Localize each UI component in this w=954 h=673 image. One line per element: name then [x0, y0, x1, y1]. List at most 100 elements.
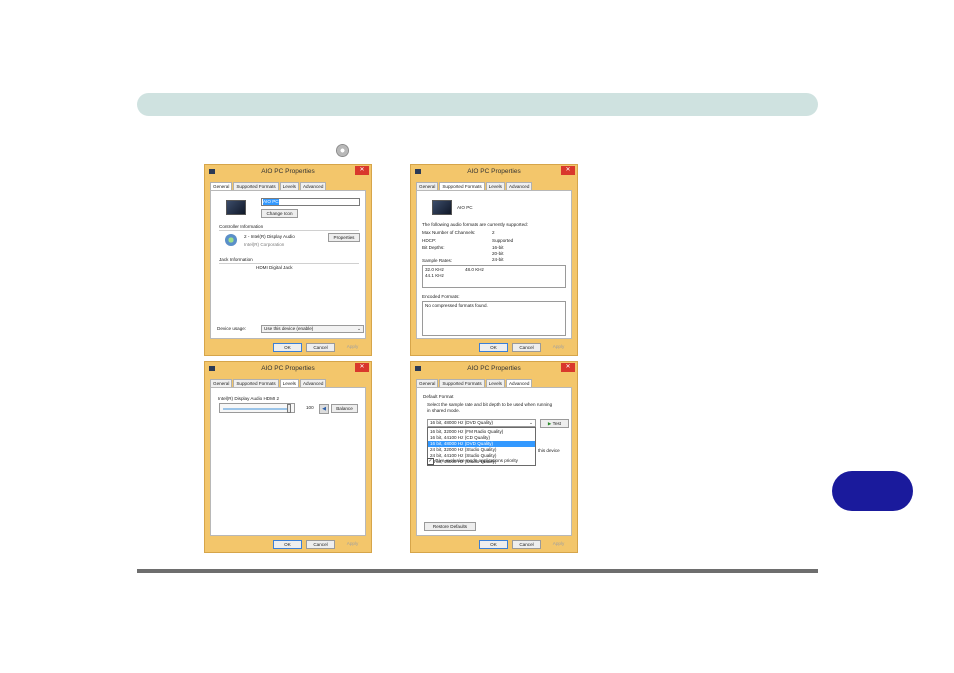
apply-button[interactable]: Apply [545, 540, 572, 547]
close-button[interactable]: ✕ [355, 166, 369, 175]
title-bar[interactable]: AIO PC Properties ✕ [411, 165, 577, 179]
cd-disc-icon [336, 144, 349, 157]
level-slider-thumb[interactable] [287, 404, 291, 413]
default-format-description-2: in shared mode. [427, 408, 460, 413]
tab-panel: Default Format Select the sample rate an… [416, 387, 572, 536]
sample-rate-item: 48.0 KHz [465, 267, 484, 272]
device-name-value: AIO PC [263, 199, 279, 205]
tab-panel: Intel(R) Display Audio HDMI 2 100 ◀ Bala… [210, 387, 366, 536]
tab-advanced[interactable]: Advanced [299, 182, 327, 190]
exclusive-priority-checkbox[interactable]: ✓ [427, 458, 434, 465]
bit-depths-label: Bit Depths: [422, 245, 445, 250]
monitor-icon [432, 200, 452, 215]
chevron-down-icon: ⌄ [529, 420, 533, 425]
tab-advanced[interactable]: Advanced [299, 379, 327, 387]
divider [219, 230, 359, 231]
format-select[interactable]: 16 bit, 48000 Hz (DVD Quality) ⌄ [427, 419, 536, 427]
tab-strip: General Supported Formats Levels Advance… [210, 182, 327, 191]
tab-levels[interactable]: Levels [279, 182, 299, 190]
monitor-icon [226, 200, 246, 215]
close-button[interactable]: ✕ [561, 166, 575, 175]
title-bar[interactable]: AIO PC Properties ✕ [411, 362, 577, 376]
play-icon: ▶ [547, 421, 552, 426]
divider [219, 263, 359, 264]
page-header-bar [137, 93, 818, 116]
sample-rates-label: Sample Rates: [422, 258, 453, 263]
speaker-icon[interactable]: ◀ [319, 404, 329, 414]
balance-button[interactable]: Balance [331, 404, 358, 413]
chevron-down-icon: ⌄ [357, 326, 361, 331]
tab-strip: General Supported Formats Levels Advance… [416, 379, 533, 388]
cancel-button[interactable]: Cancel [512, 540, 541, 549]
max-channels-value: 2 [492, 230, 495, 235]
apply-button[interactable]: Apply [339, 540, 366, 547]
restore-defaults-button[interactable]: Restore Defaults [424, 522, 476, 531]
tab-strip: General Supported Formats Levels Advance… [210, 379, 327, 388]
controller-name: 2 - Intel(R) Display Audio [244, 234, 295, 239]
title-bar[interactable]: AIO PC Properties ✕ [205, 165, 371, 179]
hdcp-label: HDCP: [422, 238, 437, 243]
ok-button[interactable]: OK [479, 540, 508, 549]
properties-window-levels: AIO PC Properties ✕ General Supported Fo… [204, 361, 372, 553]
device-usage-value: Use this device (enable) [264, 326, 314, 331]
level-slider-track[interactable] [223, 404, 291, 413]
window-title: AIO PC Properties [467, 365, 521, 372]
tab-levels[interactable]: Levels [485, 182, 505, 190]
ok-button[interactable]: OK [273, 540, 302, 549]
sample-rates-list[interactable]: 32.0 KHz 48.0 KHz 44.1 KHz [422, 265, 566, 288]
cancel-button[interactable]: Cancel [306, 540, 335, 549]
tab-supported-formats[interactable]: Supported Formats [439, 379, 485, 387]
properties-window-general: AIO PC Properties ✕ General Supported Fo… [204, 164, 372, 356]
partially-hidden-text: this device [538, 448, 560, 453]
encoded-formats-list[interactable]: No compressed formats found. [422, 301, 566, 336]
ok-button[interactable]: OK [273, 343, 302, 352]
encoded-formats-value: No compressed formats found. [425, 303, 488, 308]
device-name: AIO PC [457, 205, 473, 210]
chapter-side-tab [832, 471, 913, 511]
device-usage-select[interactable]: Use this device (enable) ⌄ [261, 325, 364, 333]
properties-window-advanced: AIO PC Properties ✕ General Supported Fo… [410, 361, 578, 553]
ok-button[interactable]: OK [479, 343, 508, 352]
exclusive-priority-label: Give exclusive mode applications priorit… [435, 458, 518, 463]
tab-supported-formats[interactable]: Supported Formats [233, 379, 279, 387]
test-button[interactable]: ▶ Test [540, 419, 569, 428]
level-slider-frame [219, 403, 295, 413]
cancel-button[interactable]: Cancel [306, 343, 335, 352]
apply-button[interactable]: Apply [339, 343, 366, 350]
tab-levels[interactable]: Levels [485, 379, 505, 387]
tab-general[interactable]: General [416, 182, 439, 190]
properties-window-supported-formats: AIO PC Properties ✕ General Supported Fo… [410, 164, 578, 356]
sample-rate-item: 44.1 KHz [425, 273, 444, 278]
format-select-value: 16 bit, 48000 Hz (DVD Quality) [430, 420, 494, 425]
close-button[interactable]: ✕ [561, 363, 575, 372]
formats-intro: The following audio formats are currentl… [422, 222, 528, 227]
controller-vendor: Intel(R) Corporation [244, 242, 285, 247]
bottom-rule [137, 569, 818, 573]
tab-panel: AIO PC The following audio formats are c… [416, 190, 572, 339]
window-title: AIO PC Properties [261, 365, 315, 372]
jack-value: HDMI Digital Jack [256, 265, 293, 270]
device-usage-label: Device usage: [217, 326, 247, 331]
encoded-formats-label: Encoded Formats: [422, 294, 460, 299]
cancel-button[interactable]: Cancel [512, 343, 541, 352]
tab-panel: AIO PC Change Icon Controller Informatio… [210, 190, 366, 339]
audio-device-icon [225, 234, 237, 246]
device-name-field[interactable]: AIO PC [261, 198, 360, 206]
level-slider-label: Intel(R) Display Audio HDMI 2 [218, 396, 280, 401]
tab-advanced[interactable]: Advanced [505, 182, 533, 190]
properties-button[interactable]: Properties [328, 233, 360, 242]
tab-general[interactable]: General [210, 379, 233, 387]
bit-depth-item: 24-bit [492, 257, 504, 262]
tab-strip: General Supported Formats Levels Advance… [416, 182, 533, 191]
apply-button[interactable]: Apply [545, 343, 572, 350]
window-title: AIO PC Properties [261, 168, 315, 175]
change-icon-button[interactable]: Change Icon [261, 209, 298, 218]
level-value: 100 [306, 405, 314, 410]
tab-general[interactable]: General [416, 379, 439, 387]
close-button[interactable]: ✕ [355, 363, 369, 372]
default-format-header: Default Format [423, 394, 454, 399]
title-bar[interactable]: AIO PC Properties ✕ [205, 362, 371, 376]
tab-supported-formats[interactable]: Supported Formats [233, 182, 279, 190]
window-title: AIO PC Properties [467, 168, 521, 175]
test-button-label: Test [552, 421, 562, 426]
